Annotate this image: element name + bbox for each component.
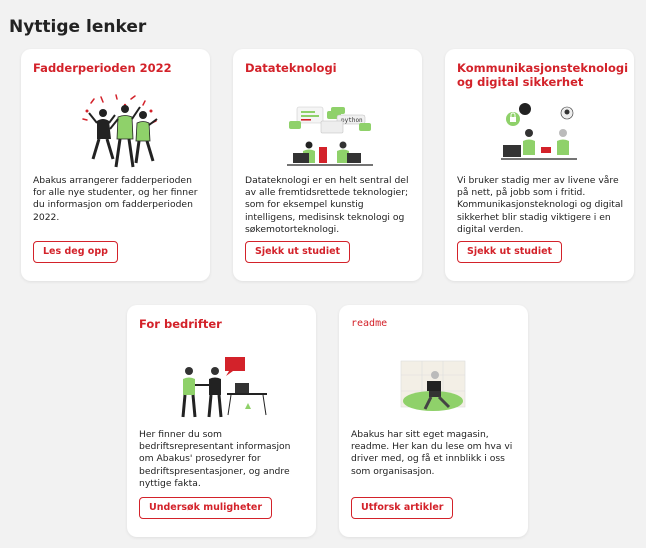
- programmers-illustration: python: [287, 106, 373, 166]
- explore-articles-button[interactable]: Utforsk artikler: [351, 497, 454, 519]
- celebrating-people-illustration: [82, 94, 158, 168]
- card-title[interactable]: Kommunikasjonsteknologi og digital sikke…: [457, 61, 628, 89]
- card-description: Her finner du som bedriftsrepresentant i…: [139, 429, 291, 489]
- page-title: Nyttige lenker: [9, 17, 147, 37]
- card-description: Abakus har sitt eget magasin, readme. He…: [351, 429, 513, 477]
- card-fadderperioden[interactable]: Fadderperioden 2022 Abakus arrangerer fa…: [21, 49, 210, 281]
- explore-opportunities-button[interactable]: Undersøk muligheter: [139, 497, 273, 519]
- study-button[interactable]: Sjekk ut studiet: [457, 241, 563, 263]
- card-datateknologi[interactable]: Datateknologi python Datateknologi er en…: [233, 49, 422, 281]
- study-button[interactable]: Sjekk ut studiet: [245, 241, 351, 263]
- card-description: Vi bruker stadig mer av livene våre på n…: [457, 175, 624, 235]
- handshake-illustration: [181, 357, 267, 418]
- card-title[interactable]: Datateknologi: [245, 61, 408, 75]
- card-title[interactable]: For bedrifter: [139, 317, 302, 331]
- card-bedrifter[interactable]: For bedrifter Her finner du som bedrifts…: [127, 305, 316, 537]
- card-title[interactable]: Fadderperioden 2022: [33, 61, 196, 75]
- card-readme[interactable]: readme Abakus har sitt eget magasin, rea…: [339, 305, 528, 537]
- card-description: Datateknologi er en helt sentral del av …: [245, 175, 409, 235]
- card-title[interactable]: readme: [351, 317, 514, 331]
- python-label: python: [341, 117, 363, 124]
- reading-person-illustration: [400, 360, 466, 411]
- card-description: Abakus arrangerer fadderperioden for all…: [33, 175, 198, 223]
- card-komtek[interactable]: Kommunikasjonsteknologi og digital sikke…: [445, 49, 634, 281]
- read-more-button[interactable]: Les deg opp: [33, 241, 118, 263]
- security-illustration: [501, 103, 577, 160]
